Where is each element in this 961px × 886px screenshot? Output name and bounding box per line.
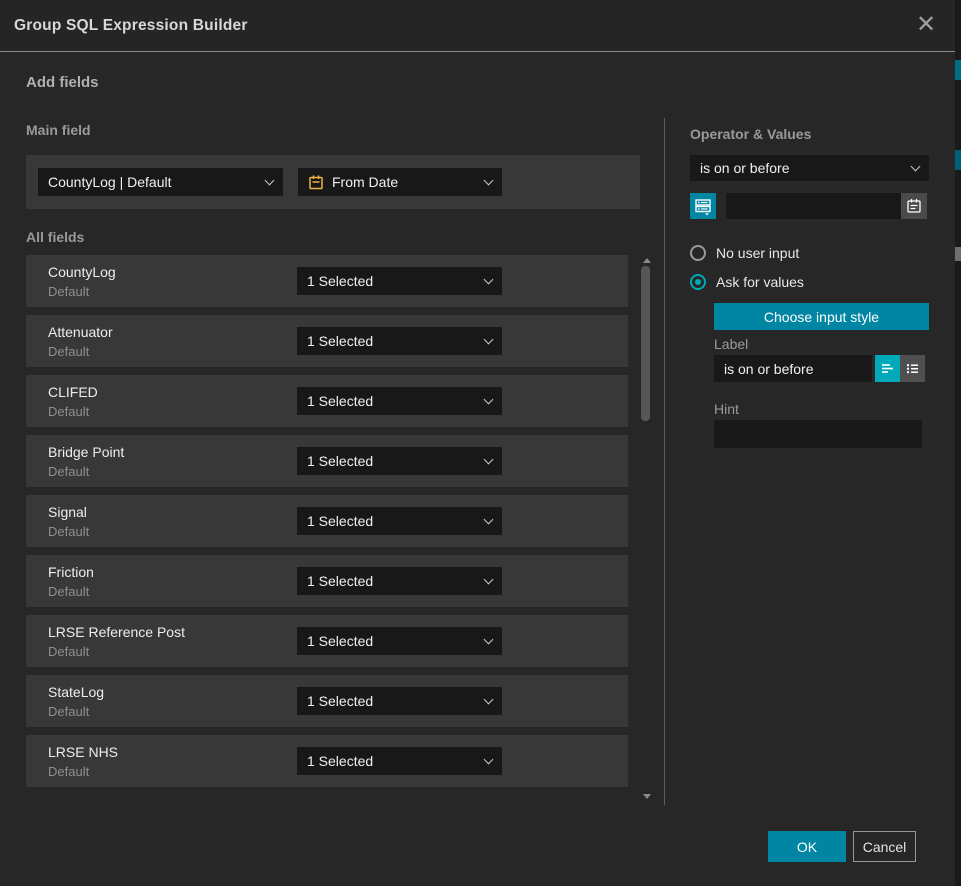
edge-fragment [955,247,961,261]
field-values-select[interactable]: 1 Selected [297,327,502,355]
chevron-down-icon [484,175,494,185]
chevron-down-icon [484,634,494,644]
chevron-down-icon [484,574,494,584]
field-row: Friction Default 1 Selected [26,555,628,607]
main-field-panel: CountyLog | Default From Date [26,155,640,209]
date-picker-button[interactable] [901,193,927,219]
operator-select-value: is on or before [700,160,912,176]
chevron-down-icon [265,175,275,185]
radio-checked-icon [690,274,706,290]
field-subtitle: Default [48,524,89,539]
field-name: StateLog [48,684,104,700]
unique-values-icon [693,196,713,216]
chevron-down-icon [484,394,494,404]
field-row: CLIFED Default 1 Selected [26,375,628,427]
choose-input-style-button[interactable]: Choose input style [714,303,929,330]
field-subtitle: Default [48,284,89,299]
operator-select[interactable]: is on or before [690,155,929,181]
value-source-button[interactable] [690,193,716,219]
field-name: Bridge Point [48,444,124,460]
value-input-row [690,193,929,219]
chevron-down-icon [484,274,494,284]
field-subtitle: Default [48,764,89,779]
main-field-label: Main field [26,122,91,138]
hint-input[interactable] [714,420,922,448]
field-values-select[interactable]: 1 Selected [297,387,502,415]
main-field-select-value: From Date [332,174,485,190]
field-values-select[interactable]: 1 Selected [297,447,502,475]
field-name: LRSE Reference Post [48,624,185,640]
hint-label: Hint [714,401,739,417]
radio-unchecked-icon [690,245,706,261]
field-row: CountyLog Default 1 Selected [26,255,628,307]
add-fields-heading: Add fields [26,74,99,91]
list-scrollbar[interactable] [640,256,653,801]
field-subtitle: Default [48,404,89,419]
layer-select-value: CountyLog | Default [48,174,266,190]
field-values-select[interactable]: 1 Selected [297,267,502,295]
label-input[interactable] [714,355,872,382]
close-icon[interactable]: ✕ [915,15,937,37]
all-fields-list: CountyLog Default 1 Selected Attenuator … [26,255,628,795]
value-input[interactable] [726,193,901,219]
screen-edge-strip [955,0,961,886]
group-sql-expression-builder-dialog: Group SQL Expression Builder ✕ Add field… [0,0,961,886]
layer-select[interactable]: CountyLog | Default [38,168,283,196]
scroll-down-icon[interactable] [643,794,651,799]
cancel-button[interactable]: Cancel [853,831,916,862]
field-name: CLIFED [48,384,98,400]
dialog-titlebar: Group SQL Expression Builder ✕ [0,0,955,52]
chevron-down-icon [484,514,494,524]
scroll-up-icon[interactable] [643,258,651,263]
label-label: Label [714,336,748,352]
radio-no-user-input[interactable]: No user input [690,245,799,261]
all-fields-label: All fields [26,229,84,245]
single-input-style-button[interactable] [875,355,900,382]
field-values-select[interactable]: 1 Selected [297,627,502,655]
main-field-select[interactable]: From Date [298,168,502,196]
field-values-select[interactable]: 1 Selected [297,507,502,535]
field-row: Bridge Point Default 1 Selected [26,435,628,487]
list-input-style-button[interactable] [900,355,925,382]
field-subtitle: Default [48,464,89,479]
field-values-select[interactable]: 1 Selected [297,567,502,595]
field-row: Signal Default 1 Selected [26,495,628,547]
bulleted-list-icon [904,360,921,377]
chevron-down-icon [911,161,921,171]
edge-fragment [955,150,961,170]
dialog-title: Group SQL Expression Builder [14,17,248,35]
field-name: Signal [48,504,87,520]
calendar-icon [905,197,923,215]
align-left-icon [879,360,896,377]
field-row: LRSE Reference Post Default 1 Selected [26,615,628,667]
field-row: Attenuator Default 1 Selected [26,315,628,367]
field-subtitle: Default [48,584,89,599]
field-subtitle: Default [48,644,89,659]
panel-divider [664,118,665,805]
field-subtitle: Default [48,704,89,719]
scrollbar-thumb[interactable] [641,266,650,421]
field-name: Friction [48,564,94,580]
field-name: LRSE NHS [48,744,118,760]
radio-ask-for-values[interactable]: Ask for values [690,274,804,290]
field-subtitle: Default [48,344,89,359]
field-values-select[interactable]: 1 Selected [297,747,502,775]
field-values-select[interactable]: 1 Selected [297,687,502,715]
chevron-down-icon [484,454,494,464]
date-field-icon [308,174,324,190]
chevron-down-icon [484,334,494,344]
field-name: CountyLog [48,264,116,280]
operator-values-heading: Operator & Values [690,126,811,142]
ok-button[interactable]: OK [768,831,846,862]
chevron-down-icon [484,694,494,704]
field-row: LRSE NHS Default 1 Selected [26,735,628,787]
chevron-down-icon [484,754,494,764]
field-name: Attenuator [48,324,113,340]
field-row: StateLog Default 1 Selected [26,675,628,727]
edge-fragment [955,60,961,80]
